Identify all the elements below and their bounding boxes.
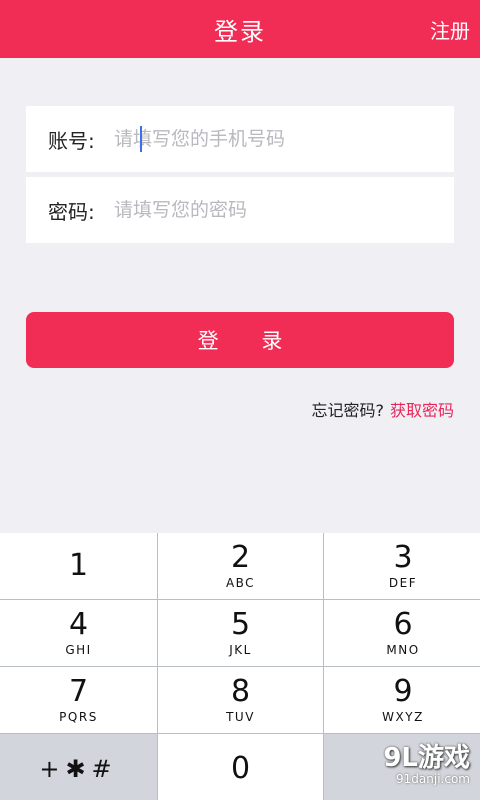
password-row: 密码: — [26, 177, 454, 243]
key-1[interactable]: 1 — [0, 533, 157, 599]
key-3[interactable]: 3 DEF — [324, 533, 480, 599]
key-symbols[interactable]: +✱# — [0, 734, 157, 800]
key-letters: GHI — [65, 643, 92, 657]
key-digit: 9 — [393, 674, 413, 709]
watermark-sub: 91danji.com — [396, 772, 470, 786]
key-digit: 5 — [230, 607, 251, 642]
key-letters: PQRS — [59, 710, 98, 724]
watermark-logo: 9L游戏 91danji.com — [383, 737, 470, 786]
key-letters: ABC — [225, 576, 256, 590]
forgot-password-text: 忘记密码? — [311, 401, 384, 420]
page-title: 登录 — [214, 17, 266, 46]
register-button[interactable]: 注册 — [430, 15, 470, 44]
key-6[interactable]: 6 MNO — [324, 600, 480, 666]
key-digit: 8 — [230, 674, 251, 709]
key-letters: TUV — [226, 710, 255, 724]
key-4[interactable]: 4 GHI — [0, 600, 157, 666]
key-letters: DEF — [388, 576, 418, 590]
key-letters: MNO — [386, 643, 420, 657]
key-8[interactable]: 8 TUV — [158, 667, 323, 733]
key-9[interactable]: 9 WXYZ — [324, 667, 480, 733]
key-letters: WXYZ — [382, 710, 424, 724]
nav-bar: 登录 注册 — [0, 0, 480, 58]
key-digit: 0 — [230, 750, 251, 786]
text-cursor — [140, 126, 142, 152]
password-label: 密码: — [48, 199, 95, 224]
login-button[interactable]: 登 录 — [26, 312, 454, 368]
key-letters: JKL — [229, 643, 252, 657]
key-digit: 3 — [393, 540, 413, 575]
key-digit: 2 — [230, 540, 251, 575]
account-row: 账号: — [26, 106, 454, 172]
key-7[interactable]: 7 PQRS — [0, 667, 157, 733]
key-5[interactable]: 5 JKL — [158, 600, 323, 666]
account-label: 账号: — [48, 128, 95, 153]
key-0[interactable]: 0 — [158, 734, 323, 800]
key-digit: 6 — [393, 607, 413, 642]
key-digit: 1 — [68, 548, 89, 583]
watermark-main: 9L游戏 — [383, 743, 470, 773]
key-symbols-label: +✱# — [39, 754, 118, 783]
key-2[interactable]: 2 ABC — [158, 533, 323, 599]
key-digit: 7 — [68, 674, 89, 709]
key-digit: 4 — [68, 607, 89, 642]
forgot-password: 忘记密码? 获取密码 — [311, 397, 454, 421]
get-password-link[interactable]: 获取密码 — [390, 397, 454, 421]
account-input[interactable] — [114, 119, 434, 159]
password-input[interactable] — [114, 190, 434, 230]
